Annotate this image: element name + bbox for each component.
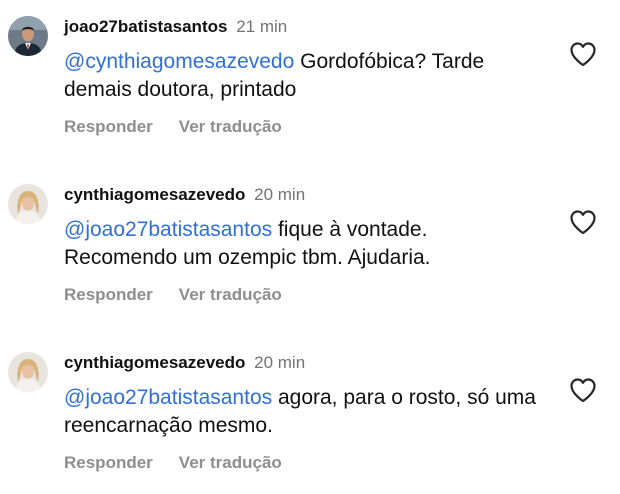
see-translation-button[interactable]: Ver tradução (179, 117, 282, 136)
reply-button[interactable]: Responder (64, 453, 153, 472)
avatar[interactable] (8, 16, 48, 56)
blonde-woman-avatar-icon (8, 352, 48, 392)
comment-item: cynthiagomesazevedo 20 min @joao27batist… (0, 344, 620, 494)
heart-outline-icon[interactable] (569, 209, 597, 235)
avatar[interactable] (8, 352, 48, 392)
heart-outline-icon[interactable] (569, 41, 597, 67)
comment-header: cynthiagomesazevedo 20 min (64, 352, 305, 374)
reply-button[interactable]: Responder (64, 285, 153, 304)
mention-link[interactable]: @joao27batistasantos (64, 386, 272, 409)
see-translation-button[interactable]: Ver tradução (179, 285, 282, 304)
reply-button[interactable]: Responder (64, 117, 153, 136)
comment-item: joao27batistasantos 21 min @cynthiagomes… (0, 8, 620, 158)
comment-text: @cynthiagomesazevedo Gordofóbica? Tarde … (64, 48, 544, 104)
comment-header: cynthiagomesazevedo 20 min (64, 184, 305, 206)
mention-link[interactable]: @cynthiagomesazevedo (64, 50, 294, 73)
heart-outline-icon[interactable] (569, 377, 597, 403)
comment-actions: Responder Ver tradução (64, 452, 282, 474)
username[interactable]: cynthiagomesazevedo (64, 185, 245, 204)
comment-header: joao27batistasantos 21 min (64, 16, 287, 38)
comment-actions: Responder Ver tradução (64, 284, 282, 306)
see-translation-button[interactable]: Ver tradução (179, 453, 282, 472)
comment-item: cynthiagomesazevedo 20 min @joao27batist… (0, 176, 620, 326)
comment-actions: Responder Ver tradução (64, 116, 282, 138)
comment-text: @joao27batistasantos agora, para o rosto… (64, 384, 544, 440)
comment-text: @joao27batistasantos fique à vontade. Re… (64, 216, 544, 272)
username[interactable]: cynthiagomesazevedo (64, 353, 245, 372)
mention-link[interactable]: @joao27batistasantos (64, 218, 272, 241)
timestamp: 21 min (236, 17, 288, 36)
man-in-suit-avatar-icon (8, 16, 48, 56)
blonde-woman-avatar-icon (8, 184, 48, 224)
avatar[interactable] (8, 184, 48, 224)
timestamp: 20 min (254, 185, 306, 204)
username[interactable]: joao27batistasantos (64, 17, 227, 36)
timestamp: 20 min (254, 353, 306, 372)
